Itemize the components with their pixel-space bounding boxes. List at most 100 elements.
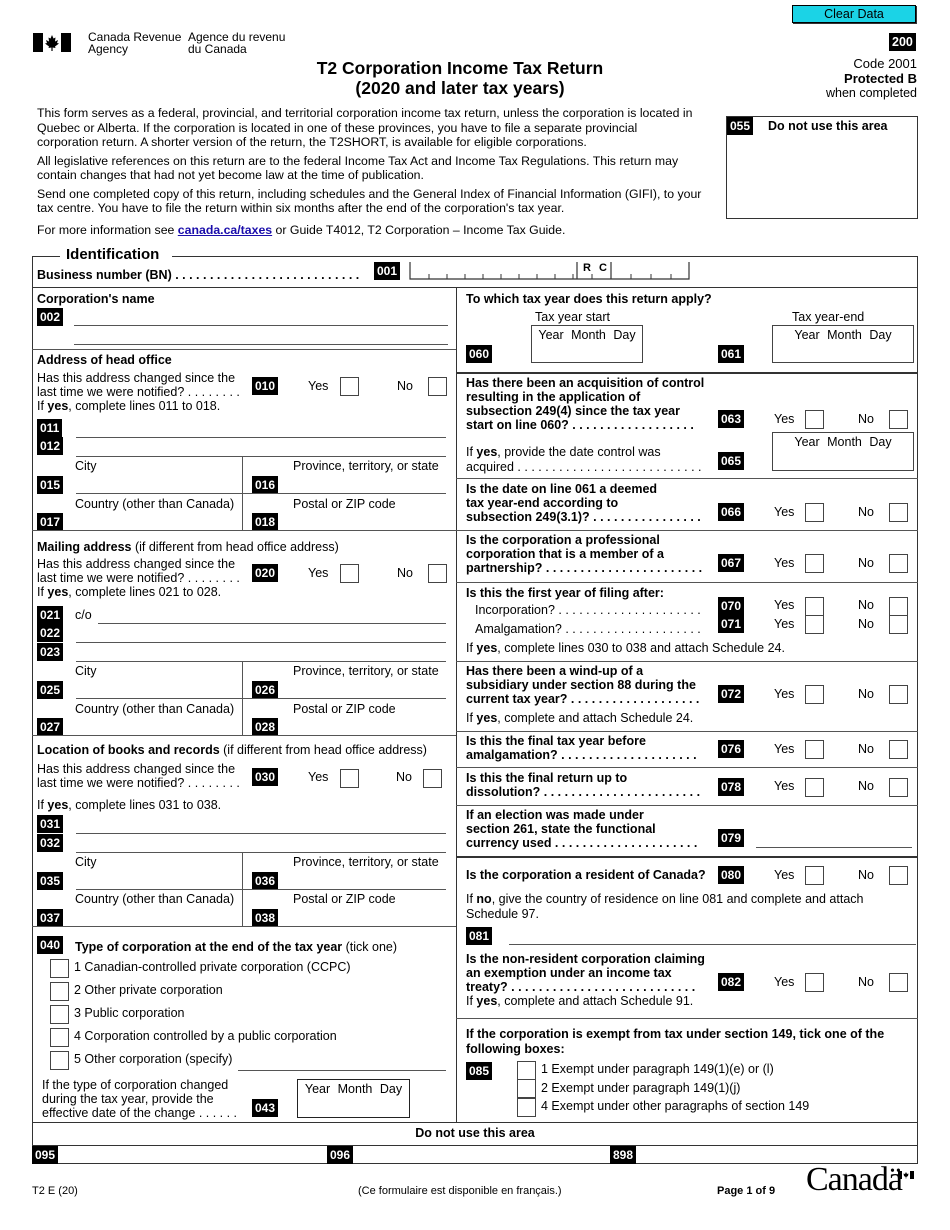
l3: currency used . . . . . . . . . . . . . …	[466, 836, 698, 850]
nonresident-yes-checkbox[interactable]	[805, 973, 824, 992]
canada-taxes-link[interactable]: canada.ca/taxes	[178, 223, 272, 237]
code-078: 078	[718, 778, 745, 796]
acquisition-date-input[interactable]: Year Month Day	[772, 432, 914, 471]
city-province-input[interactable]	[76, 493, 446, 494]
mailing-city-province-input[interactable]	[76, 698, 446, 699]
acquisition-no-checkbox[interactable]	[889, 410, 908, 429]
no-label: No	[858, 779, 874, 793]
exempt-1-checkbox[interactable]	[517, 1061, 536, 1080]
acquisition-yes-checkbox[interactable]	[805, 410, 824, 429]
pre: If	[466, 994, 477, 1008]
corp-type-5-checkbox[interactable]	[50, 1051, 69, 1070]
code-060: 060	[466, 345, 493, 363]
head-office-address-line2[interactable]	[76, 456, 446, 457]
tax-year-start-input[interactable]: Year Month Day	[531, 325, 643, 363]
corp-type-1-checkbox[interactable]	[50, 959, 69, 978]
books-address-line2[interactable]	[76, 852, 446, 853]
bold: yes	[476, 641, 498, 655]
deemed-yes-checkbox[interactable]	[805, 503, 824, 522]
agency-fr-line2: du Canada	[188, 42, 247, 56]
mailing-co-input[interactable]	[98, 623, 446, 624]
code-071: 071	[718, 615, 745, 633]
code-066: 066	[718, 503, 745, 521]
windup-question: Has there been a wind-up of a subsidiary …	[466, 664, 699, 706]
post: , complete lines 030 to 038 and attach S…	[497, 641, 785, 655]
tax-year-end-input[interactable]: Year Month Day	[772, 325, 914, 363]
more-info-post: or Guide T4012, T2 Corporation – Income …	[272, 222, 566, 237]
corp-type-4-label: 4 Corporation controlled by a public cor…	[74, 1029, 337, 1043]
mailing-address-line1[interactable]	[76, 642, 446, 643]
tax-year-end-label: Tax year-end	[792, 310, 865, 324]
final-amalgamation-no-checkbox[interactable]	[889, 740, 908, 759]
yes-label: Yes	[774, 868, 795, 882]
code-017: 017	[37, 513, 64, 531]
agency-name-fr: Agence du revenu du Canada	[188, 31, 285, 55]
canada-wordmark: Canadä	[806, 1161, 903, 1198]
code-096: 096	[327, 1146, 354, 1164]
professional-no-checkbox[interactable]	[889, 554, 908, 573]
care-of-label: c/o	[75, 608, 92, 622]
q-l2: last time we were notified? . . . . . . …	[37, 571, 240, 585]
mailing-address-line2[interactable]	[76, 661, 446, 662]
business-number-input[interactable]: R C	[409, 262, 690, 280]
pre: If	[466, 711, 477, 725]
corp-type-specify-input[interactable]	[238, 1070, 446, 1071]
books-no-checkbox[interactable]	[423, 769, 442, 788]
amalgamation-no-checkbox[interactable]	[889, 615, 908, 634]
windup-no-checkbox[interactable]	[889, 685, 908, 704]
head-office-yes-checkbox[interactable]	[340, 377, 359, 396]
functional-currency-input[interactable]	[756, 847, 912, 848]
dissolution-no-checkbox[interactable]	[889, 778, 908, 797]
code-081: 081	[466, 927, 493, 945]
clear-data-button[interactable]: Clear Data	[792, 5, 916, 23]
books-address-line1[interactable]	[76, 833, 446, 834]
corp-type-2-checkbox[interactable]	[50, 982, 69, 1001]
when-completed: when completed	[825, 86, 917, 100]
mailing-title-bold: Mailing address	[37, 540, 132, 554]
code-018: 018	[252, 513, 279, 531]
corp-type-4-checkbox[interactable]	[50, 1028, 69, 1047]
l1: Is the corporation a professional	[466, 533, 660, 547]
dissolution-yes-checkbox[interactable]	[805, 778, 824, 797]
first-year-title: Is this the first year of filing after:	[466, 586, 664, 600]
q-l1: Has this address changed since the	[37, 371, 236, 385]
postal-label: Postal or ZIP code	[293, 892, 396, 906]
head-office-address-line1[interactable]	[76, 437, 446, 438]
exempt-4-checkbox[interactable]	[517, 1098, 536, 1117]
resident-no-checkbox[interactable]	[889, 866, 908, 885]
post: , provide the date control was	[497, 445, 661, 459]
wordmark-flag-icon	[898, 1168, 914, 1179]
postal-label: Postal or ZIP code	[293, 497, 396, 511]
corp-name-input-1[interactable]	[74, 325, 448, 326]
windup-yes-checkbox[interactable]	[805, 685, 824, 704]
l2: resulting in the application of	[466, 390, 641, 404]
pre: If	[466, 641, 477, 655]
l1: Is this the final return up to	[466, 771, 628, 785]
corp-type-3-checkbox[interactable]	[50, 1005, 69, 1024]
final-amalgamation-yes-checkbox[interactable]	[805, 740, 824, 759]
corp-type-change-date-input[interactable]: Year Month Day	[297, 1079, 410, 1118]
nonresident-no-checkbox[interactable]	[889, 973, 908, 992]
deemed-no-checkbox[interactable]	[889, 503, 908, 522]
dissolution-question: Is this the final return up to dissolutio…	[466, 771, 700, 799]
country-of-residence-input[interactable]	[509, 944, 916, 945]
code-067: 067	[718, 554, 745, 572]
city-label: City	[75, 459, 97, 473]
mailing-no-checkbox[interactable]	[428, 564, 447, 583]
yes-label: Yes	[774, 617, 795, 631]
head-office-no-checkbox[interactable]	[428, 377, 447, 396]
intro-p1-l2: Quebec or Alberta. If the corporation is…	[37, 120, 638, 135]
exempt-2-checkbox[interactable]	[517, 1079, 536, 1098]
mailing-yes-checkbox[interactable]	[340, 564, 359, 583]
l1: If the type of corporation changed	[42, 1078, 229, 1092]
resident-yes-checkbox[interactable]	[805, 866, 824, 885]
incorporation-no-checkbox[interactable]	[889, 597, 908, 616]
incorporation-yes-checkbox[interactable]	[805, 597, 824, 616]
code-002: 002	[37, 308, 64, 326]
l2: tax year-end according to	[466, 496, 619, 510]
professional-yes-checkbox[interactable]	[805, 554, 824, 573]
amalgamation-yes-checkbox[interactable]	[805, 615, 824, 634]
corp-name-input-2[interactable]	[74, 344, 448, 345]
books-city-province-input[interactable]	[76, 889, 446, 890]
books-yes-checkbox[interactable]	[340, 769, 359, 788]
